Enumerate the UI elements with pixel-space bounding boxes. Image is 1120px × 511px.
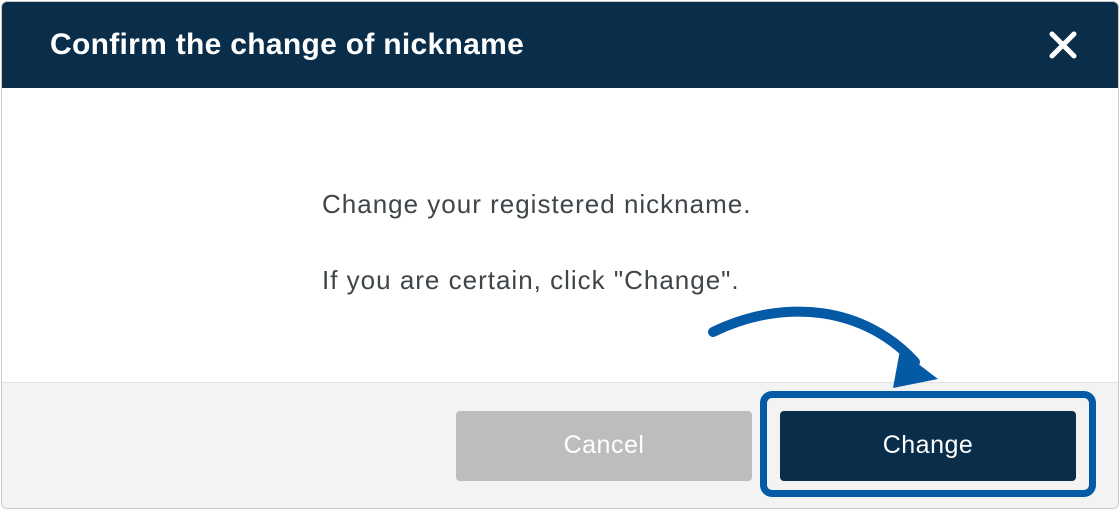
cancel-button[interactable]: Cancel (456, 411, 752, 481)
dialog-header: Confirm the change of nickname (2, 2, 1118, 88)
dialog-footer: Cancel Change (2, 382, 1118, 508)
close-button[interactable] (1048, 30, 1078, 60)
change-button[interactable]: Change (780, 411, 1076, 481)
close-icon (1048, 30, 1078, 60)
body-text-line2: If you are certain, click "Change". (322, 262, 1118, 300)
confirm-dialog: Confirm the change of nickname Change yo… (1, 1, 1119, 509)
dialog-body: Change your registered nickname. If you … (2, 88, 1118, 382)
dialog-title: Confirm the change of nickname (50, 28, 524, 62)
body-text-line1: Change your registered nickname. (322, 186, 1118, 224)
